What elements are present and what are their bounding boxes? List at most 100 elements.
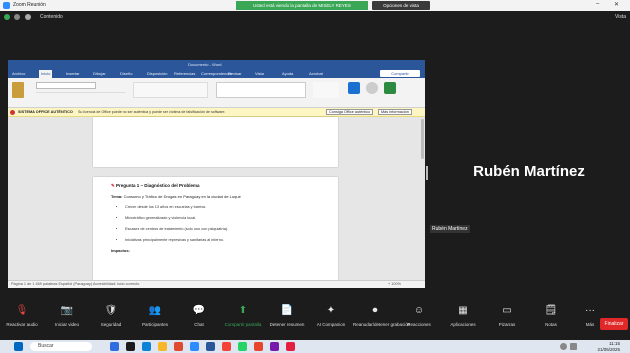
license-warning-bar: SISTEMA OFFICE AUTÉNTICO Su licencia de … bbox=[8, 108, 425, 117]
get-genuine-office-button[interactable]: Consiga Office auténtico bbox=[326, 109, 374, 115]
volume-icon[interactable] bbox=[570, 343, 577, 350]
tema-text: Consumo y Tráfico de Drogas en Paraguay … bbox=[123, 194, 241, 199]
warning-title: SISTEMA OFFICE AUTÉNTICO bbox=[18, 110, 73, 114]
ai-companion-button[interactable]: ✦ AI Companion bbox=[309, 304, 353, 327]
start-icon[interactable] bbox=[14, 342, 23, 351]
share-icon: ⬆ bbox=[238, 305, 248, 316]
pizarras-button[interactable]: ▭ Pizarras bbox=[485, 304, 529, 327]
word-tab[interactable]: Insertar bbox=[66, 71, 80, 76]
word-share-button[interactable]: Compartir bbox=[380, 70, 420, 77]
word-tab[interactable]: Acrobat bbox=[309, 71, 323, 76]
dictate-icon[interactable] bbox=[348, 82, 360, 94]
notes-icon: 🗒 bbox=[544, 305, 558, 316]
word-tab[interactable]: Referencias bbox=[174, 71, 195, 76]
more-info-button[interactable]: Más información bbox=[378, 109, 412, 115]
file-explorer-icon[interactable] bbox=[158, 342, 167, 351]
video-icon: 📷 bbox=[60, 305, 74, 316]
whatsapp-icon[interactable] bbox=[238, 342, 247, 351]
control-label: Compartir pantalla bbox=[224, 322, 262, 327]
content-label[interactable]: Contenido bbox=[40, 14, 63, 20]
zoom-logo-icon bbox=[3, 2, 10, 9]
ai-companion-icon: ✦ bbox=[326, 305, 336, 316]
font-format-controls[interactable] bbox=[36, 92, 126, 99]
reactivar-audio-button[interactable]: 🎙 Reactivar audio bbox=[0, 304, 44, 327]
view-button[interactable]: Vista bbox=[615, 14, 626, 20]
iniciar-video-button[interactable]: 📷 Iniciar video bbox=[45, 304, 89, 327]
word-tab[interactable]: Dibujar bbox=[93, 71, 106, 76]
aplicaciones-button[interactable]: ▦ Aplicaciones bbox=[441, 304, 485, 327]
paragraph-controls[interactable] bbox=[133, 82, 208, 98]
edge-icon[interactable] bbox=[142, 342, 151, 351]
chat-button[interactable]: 💬 Chat bbox=[177, 304, 221, 327]
word-app-icon[interactable] bbox=[206, 342, 215, 351]
word-tab[interactable]: Ayuda bbox=[282, 71, 293, 76]
word-tab[interactable]: Inicio bbox=[39, 70, 53, 78]
office-icon[interactable] bbox=[174, 342, 183, 351]
impacts-heading: Impactos: bbox=[111, 248, 130, 253]
teams-icon[interactable] bbox=[270, 342, 279, 351]
paste-icon[interactable] bbox=[12, 82, 24, 98]
wifi-icon[interactable] bbox=[560, 343, 567, 350]
view-options-button[interactable]: Opciones de vista bbox=[372, 1, 430, 10]
word-tab[interactable]: Correspondencia bbox=[201, 71, 231, 76]
share-banner: Usted está viendo la pantalla de MISELY … bbox=[236, 1, 368, 10]
list-item: Crecer desde los 13 años en escuelas y b… bbox=[125, 202, 320, 213]
info-icon[interactable] bbox=[14, 14, 20, 20]
zoom-app-icon[interactable] bbox=[190, 342, 199, 351]
document-page: ✎ Pregunta 1 – Diagnóstico del Problema … bbox=[93, 177, 338, 287]
chrome-icon[interactable] bbox=[222, 342, 231, 351]
control-label: Reanudar/detener grabación bbox=[353, 322, 411, 327]
end-meeting-button[interactable]: Finalizar bbox=[600, 318, 628, 330]
vertical-scrollbar[interactable] bbox=[421, 119, 424, 159]
warning-text: Su licencia de Office puede no ser autén… bbox=[78, 110, 226, 114]
font-name-select[interactable] bbox=[36, 82, 96, 89]
zoom-level[interactable]: + 100% bbox=[388, 282, 401, 286]
reactions-icon: ☺ bbox=[413, 305, 425, 316]
styles-gallery[interactable] bbox=[216, 82, 306, 98]
participant-name: Rubén Martínez bbox=[473, 163, 585, 180]
list-item: Iniciativas principalmente represivas y … bbox=[125, 235, 320, 246]
participants-icon: 👥 bbox=[148, 305, 162, 316]
zoom-secondary-toolbar: Contenido Vista bbox=[0, 11, 630, 23]
taskbar-clock[interactable]: 11:15 21/05/2025 bbox=[597, 341, 620, 352]
notas-button[interactable]: 🗒 Notas bbox=[529, 304, 573, 327]
control-label: Pizarras bbox=[498, 322, 516, 327]
panel-resize-handle[interactable] bbox=[426, 166, 428, 180]
shield-icon: 🛡 bbox=[104, 305, 118, 316]
shared-word-window[interactable]: Documento - Word Archivo Inicio Insertar Di… bbox=[8, 60, 425, 288]
word-tab[interactable]: Disposición bbox=[147, 71, 167, 76]
windows-taskbar: Buscar 11:15 21/05/2025 bbox=[0, 340, 630, 353]
participantes-button[interactable]: 👥 Participantes bbox=[133, 304, 177, 327]
compartir-pantalla-button[interactable]: ⬆ Compartir pantalla bbox=[221, 304, 265, 327]
seguridad-button[interactable]: 🛡 Seguridad bbox=[89, 304, 133, 327]
word-ribbon bbox=[8, 78, 425, 108]
stats-icon[interactable] bbox=[25, 14, 31, 20]
word-tab[interactable]: Diseño bbox=[120, 71, 132, 76]
control-label: Notas bbox=[545, 322, 557, 327]
word-tab[interactable]: Revisar bbox=[228, 71, 242, 76]
pdf-icon[interactable] bbox=[286, 342, 295, 351]
list-item: Escasez de centros de tratamiento (solo … bbox=[125, 224, 320, 235]
taskbar-search[interactable]: Buscar bbox=[30, 342, 92, 351]
editing-controls[interactable] bbox=[313, 82, 339, 98]
close-icon[interactable]: ✕ bbox=[614, 1, 619, 8]
control-label: Reacciones bbox=[407, 322, 431, 327]
reacciones-button[interactable]: ☺ Reacciones bbox=[397, 304, 441, 327]
encryption-icon[interactable] bbox=[4, 14, 10, 20]
editor-icon[interactable] bbox=[366, 82, 378, 94]
document-canvas[interactable]: ✎ Pregunta 1 – Diagnóstico del Problema … bbox=[8, 117, 425, 287]
powerpoint-icon[interactable] bbox=[254, 342, 263, 351]
detener-resumen-button[interactable]: 📄 Detener resumen bbox=[265, 304, 309, 327]
widgets-icon[interactable] bbox=[110, 342, 119, 351]
control-label: Seguridad bbox=[100, 322, 122, 327]
task-view-icon[interactable] bbox=[126, 342, 135, 351]
tema-label: Tema: bbox=[111, 194, 123, 199]
document-page-previous bbox=[93, 117, 338, 167]
reanudar-detener-grabación-button[interactable]: ⏺ Reanudar/detener grabación bbox=[353, 304, 411, 327]
word-tab[interactable]: Vista bbox=[255, 71, 264, 76]
word-title-bar: Documento - Word bbox=[8, 60, 425, 69]
copilot-icon[interactable] bbox=[384, 82, 396, 94]
minimize-icon[interactable]: – bbox=[596, 1, 599, 7]
summary-icon: 📄 bbox=[280, 305, 294, 316]
word-tab[interactable]: Archivo bbox=[12, 71, 25, 76]
